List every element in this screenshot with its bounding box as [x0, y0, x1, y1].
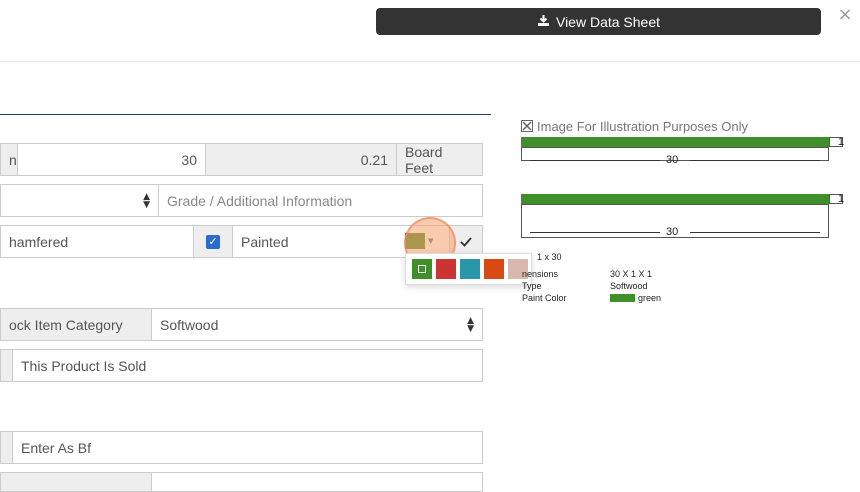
view-data-sheet-label: View Data Sheet [555, 13, 661, 30]
color-swatch-red[interactable] [436, 259, 456, 279]
dimension-line-right [690, 232, 820, 233]
grade-input[interactable]: Grade / Additional Information [158, 184, 483, 217]
length-input[interactable]: 30 [17, 143, 206, 176]
spec-value-dimensions: 30 X 1 X 1 [610, 269, 653, 279]
board-top-face [521, 137, 829, 147]
chamfered-field: hamfered [0, 225, 194, 258]
section-divider [0, 114, 491, 115]
chamfered-label: hamfered [9, 233, 69, 250]
spec-label-dimensions: nensions [522, 269, 559, 279]
close-icon[interactable]: × [836, 6, 854, 24]
painted-checkbox[interactable]: ✓ [206, 234, 220, 249]
grade-placeholder: Grade / Additional Information [167, 192, 353, 209]
next-row-field[interactable] [151, 472, 483, 492]
board-end-dimension: 1 [838, 193, 845, 205]
color-swatch-green[interactable] [412, 259, 432, 279]
board-feet-addon: Board Feet [396, 143, 483, 176]
view-data-sheet-button[interactable]: View Data Sheet [376, 8, 821, 35]
enter-as-bf-label: Enter As Bf [21, 439, 92, 456]
product-sold-field: This Product Is Sold [12, 349, 483, 382]
painted-checkbox-addon: ✓ [193, 225, 233, 258]
color-swatch-orange[interactable] [484, 259, 504, 279]
board-end-dimension: 1 [838, 136, 845, 148]
spec-title: 1 x 30 [537, 252, 562, 262]
dimension-line-left [530, 232, 660, 233]
sort-icon: ▲ ▼ [143, 191, 150, 210]
selected-indicator-icon [418, 265, 426, 273]
length-unit-label: n [9, 151, 17, 168]
spec-paint-color-swatch [610, 294, 635, 302]
board-length-dimension: 30 [666, 154, 679, 166]
stock-category-addon: ock Item Category [0, 308, 152, 341]
color-picker-popup [405, 253, 532, 285]
expand-icon [521, 120, 533, 132]
stock-category-select[interactable]: Softwood ▲ ▼ [151, 308, 483, 341]
dimension-line-left [530, 160, 660, 161]
spec-value-paint-color: green [638, 293, 662, 303]
sort-icon: ▲ ▼ [467, 315, 474, 334]
length-unit-addon: n [0, 143, 18, 176]
board-feet-label: Board Feet [405, 143, 443, 176]
stock-category-label: ock Item Category [9, 316, 123, 333]
product-sold-label: This Product Is Sold [21, 357, 147, 374]
grade-select[interactable]: ▲ ▼ [0, 184, 159, 217]
board-feet-value: 0.21 [360, 151, 388, 168]
spec-value-type: Softwood [610, 281, 648, 291]
board-feet-value-field: 0.21 [205, 143, 397, 176]
checkmark-icon [460, 236, 472, 247]
illustration-note: Image For Illustration Purposes Only [521, 118, 781, 134]
painted-label: Painted [241, 233, 289, 250]
spec-label-type: Type [522, 281, 542, 291]
length-value: 30 [181, 151, 197, 168]
board-length-dimension: 30 [666, 226, 679, 238]
color-swatch-teal[interactable] [460, 259, 480, 279]
board-top-face [521, 194, 829, 204]
stock-category-value: Softwood [160, 316, 219, 333]
next-row-addon [0, 472, 152, 492]
download-icon [537, 14, 550, 30]
enter-as-bf-field: Enter As Bf [12, 431, 483, 464]
dimension-line-right [690, 160, 820, 161]
illustration-note-label: Image For Illustration Purposes Only [537, 118, 748, 134]
spec-label-paint-color: Paint Color [522, 293, 567, 303]
